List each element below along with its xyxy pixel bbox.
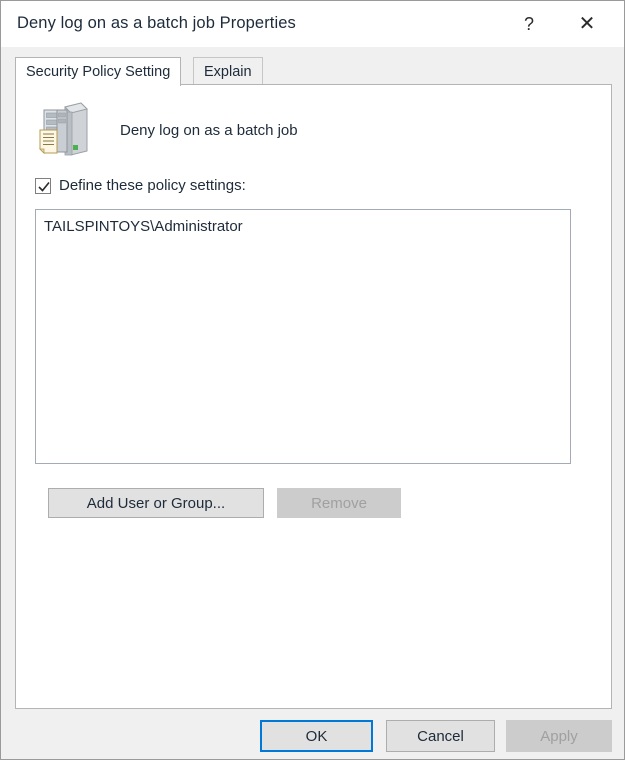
tab-label: Security Policy Setting (26, 64, 171, 80)
close-button[interactable]: ✕ (564, 1, 610, 47)
tab-label: Explain (204, 63, 252, 80)
question-mark-icon: ? (523, 14, 534, 34)
apply-button: Apply (506, 720, 612, 752)
policy-header: Deny log on as a batch job (35, 101, 555, 163)
checkbox-box (35, 177, 51, 194)
button-label: Remove (311, 494, 367, 512)
tab-content-panel: Deny log on as a batch job Define these … (15, 84, 612, 709)
title-bar: Deny log on as a batch job Properties ? … (1, 1, 624, 47)
cancel-button[interactable]: Cancel (386, 720, 495, 752)
checkmark-icon (38, 181, 50, 192)
policy-name-label: Deny log on as a batch job (120, 122, 298, 139)
button-label: OK (305, 727, 328, 745)
checkbox-label: Define these policy settings: (59, 177, 246, 194)
server-policy-icon (35, 101, 89, 159)
define-policy-settings-checkbox[interactable]: Define these policy settings: (35, 177, 246, 194)
remove-button: Remove (277, 488, 401, 518)
dialog-footer: OK Cancel Apply (1, 709, 624, 759)
tab-security-policy-setting[interactable]: Security Policy Setting (15, 57, 182, 86)
ok-button[interactable]: OK (260, 720, 373, 752)
list-item[interactable]: TAILSPINTOYS\Administrator (36, 216, 570, 237)
button-label: Apply (540, 727, 578, 745)
add-user-or-group-button[interactable]: Add User or Group... (48, 488, 264, 518)
principals-listbox[interactable]: TAILSPINTOYS\Administrator (35, 209, 571, 464)
window-title: Deny log on as a batch job Properties (17, 14, 296, 32)
help-button[interactable]: ? (506, 1, 552, 47)
tab-explain[interactable]: Explain (193, 57, 263, 85)
button-label: Cancel (417, 727, 464, 745)
button-label: Add User or Group... (86, 494, 226, 512)
tab-strip: Security Policy Setting Explain (15, 57, 612, 86)
close-icon: ✕ (578, 13, 596, 35)
properties-dialog: Deny log on as a batch job Properties ? … (0, 0, 625, 760)
